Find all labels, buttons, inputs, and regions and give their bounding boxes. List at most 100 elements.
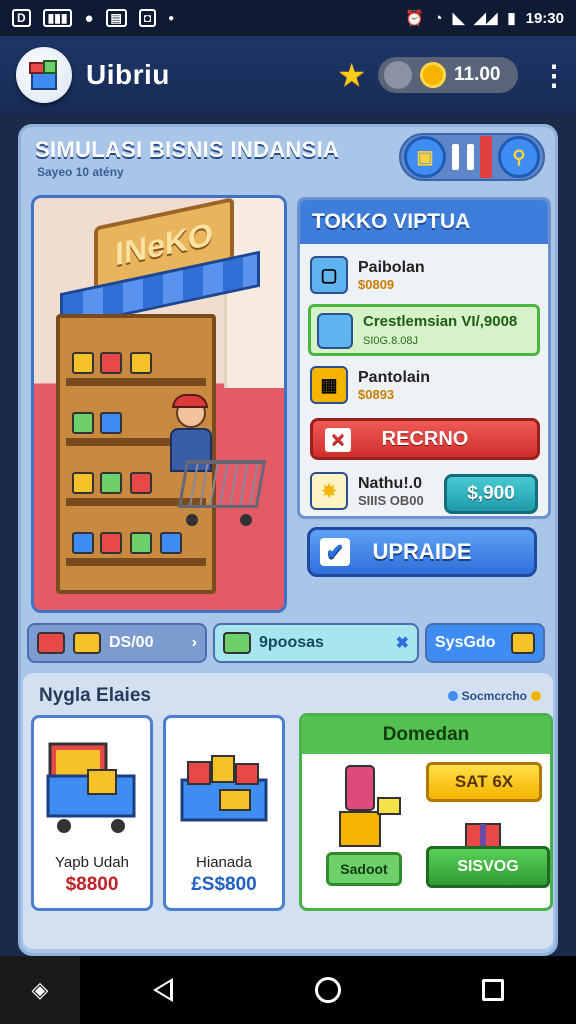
item-price: $0809: [358, 276, 395, 292]
upgrade-label: UPRAIDE: [372, 539, 472, 564]
upgrade-button[interactable]: ✔ UPRAIDE: [307, 527, 537, 577]
gamepad-icon: ◘: [138, 9, 157, 27]
discount-button[interactable]: SAT 6X: [426, 762, 542, 802]
check-icon: ✔: [320, 538, 350, 566]
boxes-icon: [180, 755, 268, 822]
box-icon: ▦: [310, 366, 348, 404]
starburst-icon: ✸: [310, 472, 348, 510]
shelf-row: [66, 558, 206, 566]
product-box: [72, 472, 94, 494]
item-name: Paibolan: [358, 258, 425, 276]
item-sub: SIIIS OB00: [358, 492, 424, 508]
product-box: [130, 472, 152, 494]
card-name: Hianada: [196, 854, 252, 871]
chevron-right-icon: ›: [191, 634, 197, 651]
shopping-cart-icon: [177, 460, 267, 508]
badge-icon: [37, 632, 65, 654]
shop-illustration[interactable]: INeKO: [31, 195, 287, 613]
signal-icon: ◢◢: [474, 10, 498, 27]
clipboard-icon: ▣: [416, 146, 434, 167]
home-button[interactable]: [245, 977, 410, 1003]
product-box: [100, 472, 122, 494]
product-box: [72, 412, 94, 434]
notification-icon: D: [12, 9, 31, 27]
main-panel: SIMULASI BISNIS INDANSIA Sayeo 10 atény …: [18, 124, 558, 956]
stats-bar: DS/00 › 9poosas ✖ SysGdo: [27, 623, 551, 663]
battery-icon: ▮: [507, 10, 516, 27]
jar-icon: [223, 632, 251, 654]
shop-box-icon: [29, 60, 57, 90]
item-name: Pantolain: [358, 368, 431, 386]
red-divider: [480, 136, 492, 178]
buy-button[interactable]: $,900: [444, 474, 538, 514]
dot-icon: [447, 691, 458, 701]
star-icon[interactable]: ★: [337, 56, 366, 94]
recents-icon: [482, 979, 505, 1001]
card-price: £S$800: [191, 874, 257, 895]
home-icon: [314, 977, 341, 1003]
search-icon: ⚲: [512, 146, 526, 167]
store-panel: TOKKO VIPTUA ▢ Paibolan $0809 Crestlemsi…: [297, 197, 551, 519]
delivery-title: Domedan: [302, 716, 550, 754]
shelf-row: [66, 378, 206, 386]
product-box: [100, 352, 122, 374]
notification-icon: ▮▮▮: [42, 9, 73, 27]
clock: 19:30: [525, 9, 564, 27]
notification-icon: ▤: [105, 9, 127, 27]
delivery-card: Domedan SAT 6X Sadoot SISVOG: [299, 713, 553, 911]
app-logo[interactable]: [16, 47, 72, 103]
box-icon: [511, 632, 535, 654]
coin-amount: 11.00: [454, 64, 501, 85]
product-box: [100, 412, 122, 434]
app-bar: Uibriu ★ 11.00 ⋮: [0, 36, 576, 114]
coin-balance[interactable]: 11.00: [378, 57, 518, 93]
store-item[interactable]: ▦ Pantolain $0893: [310, 366, 430, 404]
store-item[interactable]: ▢ Paibolan $0809: [310, 256, 425, 294]
store-item[interactable]: ✸ Nathu!.0 SIIIS OB00: [310, 472, 424, 510]
section-label[interactable]: Socmcrcho: [447, 689, 541, 703]
pause-button[interactable]: [452, 144, 474, 170]
dot-icon: [531, 691, 541, 701]
back-button[interactable]: [80, 978, 245, 1002]
cart-wheel: [240, 514, 252, 526]
select-button[interactable]: Sadoot: [326, 852, 402, 886]
status-bar: D ▮▮▮ ● ▤ ◘ ● ⏰ ◔ ◣ ◢◢ ▮ 19:30: [0, 0, 576, 36]
cart-wheel: [186, 514, 198, 526]
stat-money[interactable]: DS/00 ›: [27, 623, 207, 663]
product-box: [130, 352, 152, 374]
launcher-icon[interactable]: ◈: [0, 956, 80, 1024]
clipboard-button[interactable]: ▣: [404, 136, 446, 178]
red-action-button[interactable]: ✕ RECRNO: [310, 418, 540, 460]
toggle-knob: [384, 61, 412, 89]
pause-icon-bar: [467, 144, 474, 170]
product-box: [72, 532, 94, 554]
stat-right[interactable]: SysGdo: [425, 623, 545, 663]
header-controls: ▣ ⚲: [399, 133, 545, 181]
game-title: SIMULASI BISNIS INDANSIA: [35, 137, 340, 162]
red-button-label: RECRNO: [381, 427, 469, 450]
section-title: Nygla Elaies: [39, 685, 151, 706]
stat-products[interactable]: 9poosas ✖: [213, 623, 419, 663]
product-card[interactable]: Hianada £S$800: [163, 715, 285, 911]
alarm-icon: ◔: [433, 9, 443, 27]
stat-value: DS/00: [109, 634, 154, 651]
tools-icon: ✖: [395, 635, 409, 652]
product-box: [130, 532, 152, 554]
item-name: Crestlemsian VI/,9008: [363, 313, 518, 330]
cap: [172, 394, 208, 408]
wallet-icon: [73, 632, 101, 654]
item-sub: SI0G.8.08J: [363, 335, 419, 347]
item-price: $0893: [358, 386, 395, 402]
confirm-button[interactable]: SISVOG: [426, 846, 550, 888]
recents-button[interactable]: [411, 979, 576, 1001]
product-box: [72, 352, 94, 374]
card-price: $8800: [65, 874, 119, 895]
more-menu-icon[interactable]: ⋮: [540, 59, 568, 92]
product-card[interactable]: Yapb Udah $8800: [31, 715, 153, 911]
search-button[interactable]: ⚲: [498, 136, 540, 178]
store-item-highlighted[interactable]: Crestlemsian VI/,9008 SI0G.8.08J: [308, 304, 540, 356]
game-subtitle: Sayeo 10 atény: [37, 165, 124, 179]
section-right-text: Socmcrcho: [461, 689, 527, 703]
coin-icon: [420, 62, 446, 88]
app-title: Uibriu: [86, 59, 170, 90]
